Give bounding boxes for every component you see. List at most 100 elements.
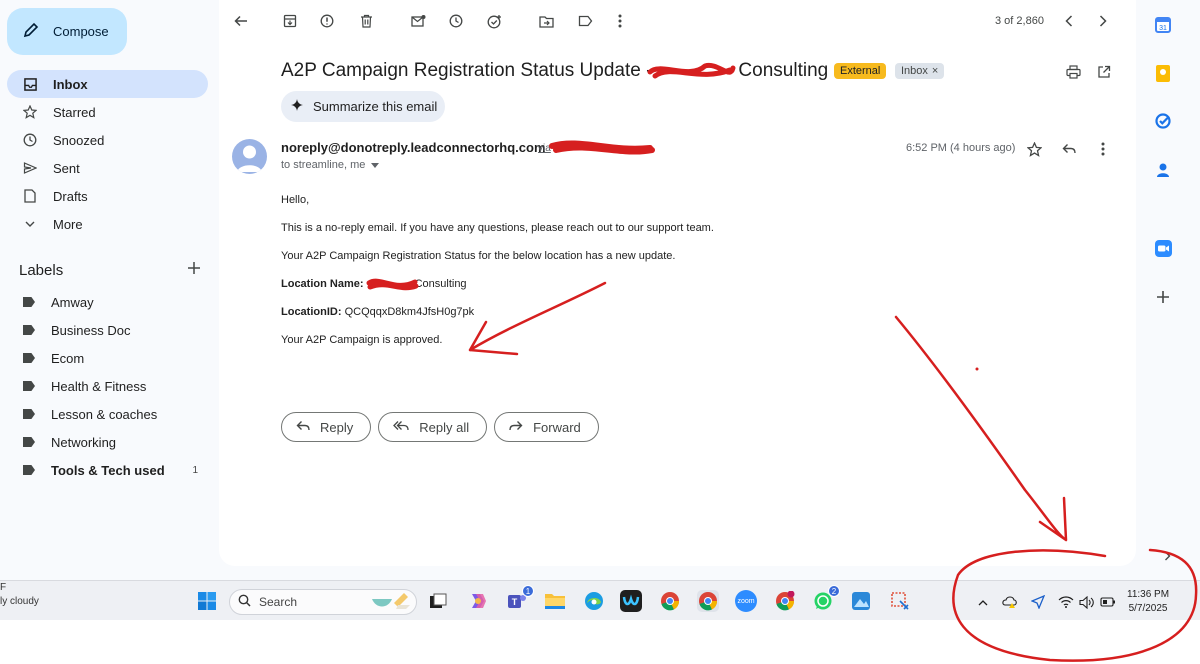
tasks-icon[interactable] [1154,112,1172,130]
sidebar-item-snoozed[interactable]: Snoozed [7,126,208,154]
webex-icon[interactable] [620,590,642,612]
zoom-app-icon[interactable] [1154,239,1172,257]
open-new-window-icon[interactable] [1094,62,1114,82]
sidebar-item-inbox[interactable]: Inbox [7,70,208,98]
status-line: Your A2P Campaign is approved. [281,334,443,346]
label-text: Ecom [51,350,85,366]
chrome-profile-3-icon[interactable] [774,590,796,612]
weather-condition: ly cloudy [0,596,39,607]
email-body: Hello, This is a no-reply email. If you … [281,193,881,361]
email-subject: A2P Campaign Registration Status Update … [281,60,828,82]
star-icon [23,105,37,119]
calendar-icon[interactable]: 31 [1154,16,1172,34]
add-label-icon[interactable] [187,261,201,279]
label-item-tools-tech[interactable]: Tools & Tech used 1 [7,456,208,484]
summarize-button[interactable]: Summarize this email [281,91,445,122]
labels-title: Labels [19,261,64,279]
label-item-health-fitness[interactable]: Health & Fitness [7,372,208,400]
back-arrow-icon[interactable] [231,11,251,31]
whatsapp-icon[interactable]: 2 [812,585,840,612]
clock-time: 11:36 PM [1127,589,1170,600]
show-hidden-icons-chevron-icon[interactable] [975,594,991,610]
pagination-count: 3 of 2,860 [995,15,1044,27]
star-icon[interactable] [1024,139,1044,159]
label-item-lesson-coaches[interactable]: Lesson & coaches [7,400,208,428]
compose-button[interactable]: Compose [7,8,127,55]
label-as-icon[interactable] [575,11,595,31]
label-text: Networking [51,434,117,450]
label-text: Health & Fitness [51,378,147,394]
newer-chevron-icon[interactable] [1059,11,1079,31]
zoom-taskbar-icon[interactable]: zoom [735,590,757,612]
sidebar-item-sent[interactable]: Sent [7,154,208,182]
sidebar-item-label: Drafts [53,188,88,204]
snipping-tool-icon[interactable] [889,590,911,612]
add-task-icon[interactable] [484,11,504,31]
label-text: Tools & Tech used [51,462,165,478]
copilot-icon[interactable] [467,590,489,612]
sidebar-item-more[interactable]: More [7,210,208,238]
label-item-networking[interactable]: Networking [7,428,208,456]
expand-panel-chevron-icon[interactable] [1158,547,1176,565]
reply-icon[interactable] [1059,139,1079,159]
label-item-business-doc[interactable]: Business Doc [7,316,208,344]
battery-icon[interactable] [1100,594,1116,610]
more-options-icon[interactable] [610,11,630,31]
body-line: Your A2P Campaign Registration Status fo… [281,250,676,262]
label-text: Lesson & coaches [51,406,158,422]
windows-start-icon[interactable] [196,590,218,612]
older-chevron-icon[interactable] [1093,11,1113,31]
snooze-icon[interactable] [446,11,466,31]
onedrive-warning-icon[interactable] [1002,594,1018,610]
location-name-label: Location Name: [281,278,364,290]
label-item-ecom[interactable]: Ecom [7,344,208,372]
label-icon [23,325,35,335]
via-link[interactable]: via [538,143,551,154]
label-item-amway[interactable]: Amway [7,288,208,316]
body-greeting: Hello, [281,194,310,206]
search-placeholder: Search [259,595,298,609]
zoom-taskbar-label: zoom [737,597,755,605]
mark-unread-icon[interactable] [408,11,428,31]
print-icon[interactable] [1063,62,1083,82]
redaction-scribble [652,61,738,81]
chrome-profile-1-icon[interactable] [659,590,681,612]
teams-icon[interactable]: T1 [506,585,534,612]
file-explorer-icon[interactable] [544,590,566,612]
location-arrow-icon[interactable] [1030,594,1046,610]
svg-text:31: 31 [1159,25,1167,32]
sidebar-item-drafts[interactable]: Drafts [7,182,208,210]
wifi-icon[interactable] [1058,594,1074,610]
sparkle-icon [291,99,303,114]
archive-icon[interactable] [280,11,300,31]
forward-button[interactable]: Forward [494,412,599,442]
taskbar-search-box[interactable]: Search [229,589,417,615]
chrome-profile-2-icon[interactable] [697,590,719,612]
clock-date: 5/7/2025 [1128,603,1168,614]
edge-icon[interactable] [583,590,605,612]
sender-email[interactable]: noreply@donotreply.leadconnectorhq.com [281,140,546,155]
keep-icon[interactable] [1154,64,1172,82]
weather-widget[interactable]: F ly cloudy [0,581,39,609]
sender-avatar[interactable] [232,139,267,174]
search-icon [238,594,251,610]
search-highlight-icon [370,591,412,614]
sidebar-item-starred[interactable]: Starred [7,98,208,126]
pencil-icon [23,22,39,41]
contacts-icon[interactable] [1154,161,1172,179]
volume-icon[interactable] [1079,594,1095,610]
delete-icon[interactable] [356,11,376,31]
reply-button[interactable]: Reply [281,412,372,442]
remove-label-icon[interactable]: × [932,65,938,77]
more-vert-icon[interactable] [1093,139,1113,159]
photos-icon[interactable] [850,590,872,612]
reply-all-button[interactable]: Reply all [378,412,488,442]
recipients-dropdown[interactable]: to streamline, me [281,159,380,171]
report-spam-icon[interactable] [317,11,337,31]
move-to-icon[interactable] [536,11,556,31]
sidebar-item-label: Sent [53,160,80,176]
system-clock[interactable]: 11:36 PM 5/7/2025 [1127,588,1169,616]
get-addons-plus-icon[interactable] [1154,288,1172,306]
draft-icon [23,189,37,203]
task-view-icon[interactable] [427,590,449,612]
